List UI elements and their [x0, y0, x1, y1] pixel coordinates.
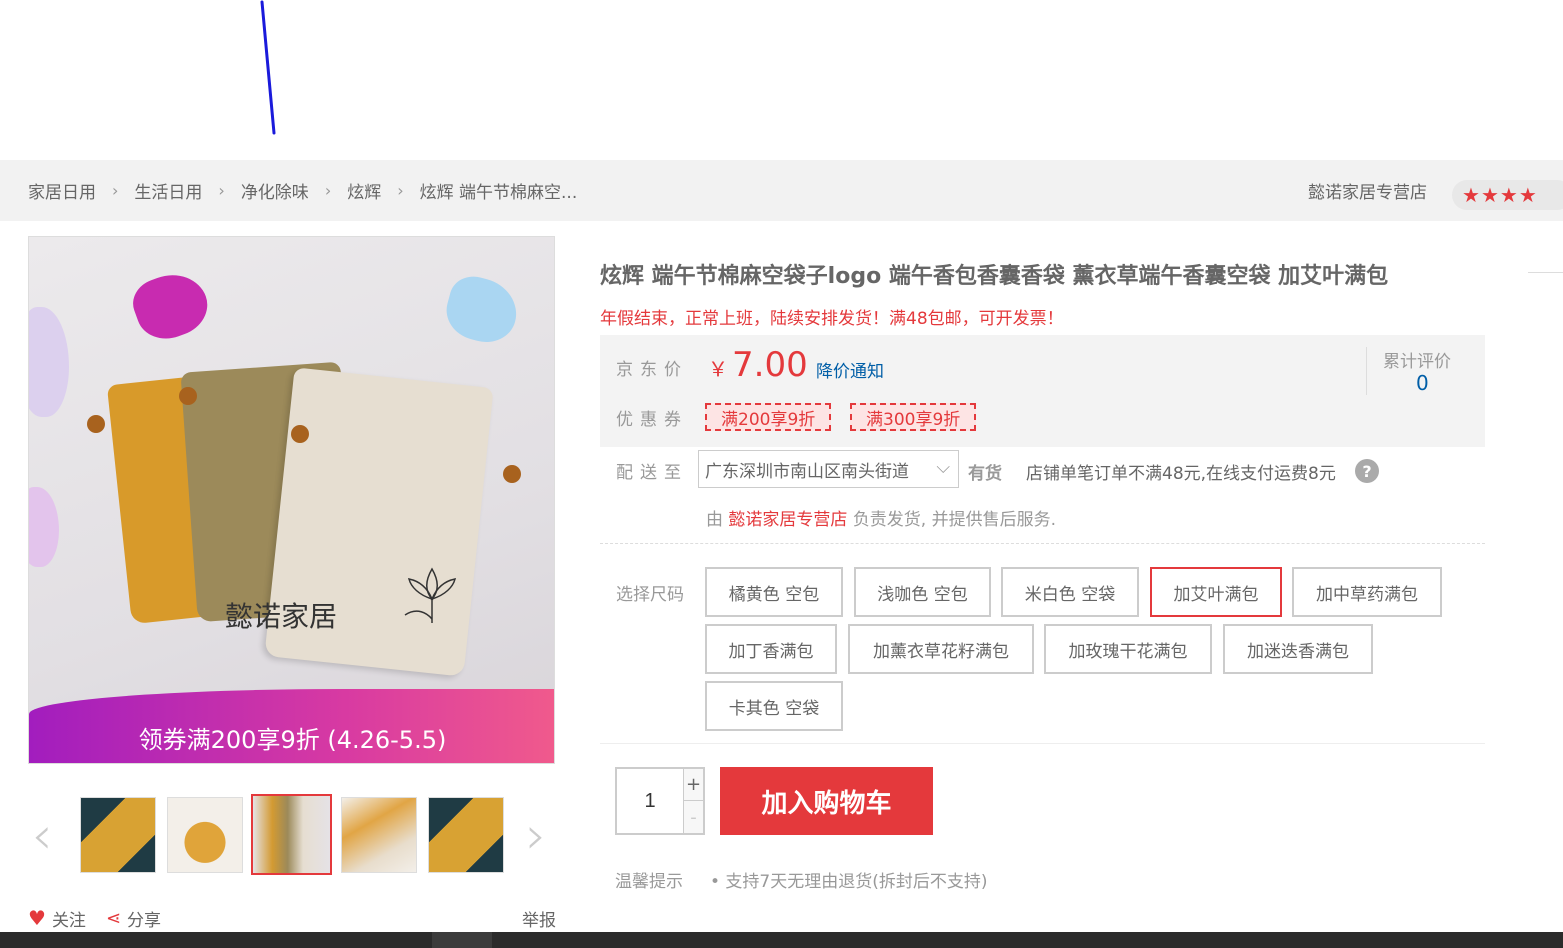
star-half-icon: ★ [1518, 183, 1537, 207]
share-link[interactable]: 分享 [127, 906, 161, 931]
quantity-stepper: + - [615, 767, 705, 835]
breadcrumb-bar: 家居日用 › 生活日用 › 净化除味 › 炫辉 › 炫辉 端午节棉麻空... 懿… [0, 160, 1563, 221]
review-label: 累计评价 [1383, 352, 1451, 372]
currency-symbol: ￥ [708, 357, 728, 381]
divider [600, 543, 1485, 544]
add-to-cart-button[interactable]: 加入购物车 [720, 767, 933, 835]
seller-info: 由 懿诺家居专营店 负责发货, 并提供售后服务. [706, 505, 1056, 530]
size-option[interactable]: 卡其色 空袋 [705, 681, 843, 731]
chevron-down-icon: ⌵ [936, 457, 950, 478]
breadcrumb-item[interactable]: 炫辉 [347, 178, 381, 203]
os-taskbar [0, 932, 1563, 948]
coupon-label: 优惠券 [616, 410, 688, 430]
price-value: 7.00 [732, 345, 808, 385]
shop-name-link[interactable]: 懿诺家居专营店 [1308, 160, 1427, 221]
bead [291, 425, 309, 443]
divider [1366, 347, 1367, 395]
shop-rating: ★ ★ ★ ★ [1452, 180, 1563, 210]
size-label: 选择尺码 [616, 585, 684, 605]
tips-text: • 支持7天无理由退货(拆封后不支持) [710, 872, 988, 892]
price-label: 京东价 [616, 360, 688, 380]
seller-suffix: 负责发货, 并提供售后服务. [852, 510, 1057, 530]
price-summary: 京东价 ￥ 7.00 降价通知 累计评价 0 优惠券 满200享9折 满300享… [600, 335, 1485, 447]
quantity-input[interactable] [617, 769, 683, 833]
size-option-selected[interactable]: 加艾叶满包 [1150, 567, 1282, 617]
annotation-pen-stroke [260, 0, 276, 135]
taskbar-item[interactable] [432, 932, 492, 948]
bead [87, 415, 105, 433]
main-product-image[interactable]: 懿诺家居 领券满200享9折 (4.26-5.5) [28, 236, 555, 764]
size-option[interactable]: 浅咖色 空包 [854, 567, 991, 617]
petal-decoration [29, 487, 59, 567]
breadcrumb: 家居日用 › 生活日用 › 净化除味 › 炫辉 › 炫辉 端午节棉麻空... [28, 160, 577, 221]
divider [600, 743, 1485, 744]
heart-icon[interactable]: ♥ [28, 906, 46, 930]
help-icon[interactable]: ? [1355, 459, 1379, 483]
size-option[interactable]: 米白色 空袋 [1001, 567, 1139, 617]
size-option[interactable]: 加丁香满包 [705, 624, 837, 674]
petal-decoration [29, 307, 69, 417]
price-alert-link[interactable]: 降价通知 [816, 357, 884, 382]
chevron-right-icon: › [112, 181, 119, 200]
thumbnail[interactable] [167, 797, 243, 873]
address-value: 广东深圳市南山区南头街道 [705, 461, 909, 482]
breadcrumb-item[interactable]: 家居日用 [28, 178, 96, 203]
star-icon: ★ [1462, 183, 1480, 207]
size-option[interactable]: 橘黄色 空包 [705, 567, 843, 617]
thumbnail[interactable] [80, 797, 156, 873]
star-icon: ★ [1499, 183, 1518, 207]
breadcrumb-item[interactable]: 净化除味 [241, 178, 309, 203]
breadcrumb-item-current: 炫辉 端午节棉麻空... [419, 183, 578, 203]
chevron-right-icon: › [324, 181, 332, 200]
thumbnail-active[interactable] [251, 794, 332, 875]
size-option[interactable]: 加玫瑰干花满包 [1044, 624, 1212, 674]
shop-notice: 年假结束，正常上班，陆续安排发货！满48包邮，可开发票！ [600, 309, 1064, 329]
product-title: 炫辉 端午节棉麻空袋子logo 端午香包香囊香袋 薰衣草端午香囊空袋 加艾叶满包 [600, 264, 1389, 289]
follow-share-row: ♥ 关注 ⋖ 分享 举报 [28, 905, 556, 931]
seller-shop-link[interactable]: 懿诺家居专营店 [728, 510, 847, 530]
thumbnail[interactable] [341, 797, 417, 873]
stock-status: 有货 [968, 464, 1002, 484]
thumb-prev-arrow-icon[interactable]: ‹ [24, 806, 60, 866]
tips-label: 温馨提示 [615, 872, 683, 892]
petal-decoration [126, 264, 216, 348]
quantity-decrease-button[interactable]: - [683, 801, 703, 833]
size-option[interactable]: 加迷迭香满包 [1223, 624, 1373, 674]
divider [1528, 272, 1563, 273]
size-option[interactable]: 加薰衣草花籽满包 [848, 624, 1034, 674]
thumb-next-arrow-icon[interactable]: › [518, 806, 554, 866]
follow-link[interactable]: 关注 [52, 906, 86, 931]
delivery-label: 配送至 [616, 463, 688, 483]
petal-decoration [440, 270, 524, 350]
shipping-fee-note: 店铺单笔订单不满48元,在线支付运费8元 [1026, 464, 1336, 484]
breadcrumb-item[interactable]: 生活日用 [134, 178, 202, 203]
coupon-badge[interactable]: 满300享9折 [850, 403, 977, 431]
thumbnail[interactable] [428, 797, 504, 873]
chevron-right-icon: › [397, 181, 404, 200]
review-count[interactable]: 0 [1416, 371, 1429, 395]
brand-watermark: 懿诺家居 [225, 600, 338, 633]
bead [503, 465, 521, 483]
size-option[interactable]: 加中草药满包 [1292, 567, 1442, 617]
price: ￥ 7.00 [708, 345, 808, 385]
lotus-icon [404, 567, 457, 623]
chevron-right-icon: › [218, 181, 225, 200]
coupon-badge[interactable]: 满200享9折 [705, 403, 832, 431]
seller-prefix: 由 [706, 510, 723, 530]
star-icon: ★ [1480, 183, 1499, 207]
quantity-increase-button[interactable]: + [683, 769, 703, 801]
address-selector[interactable]: 广东深圳市南山区南头街道 ⌵ [698, 450, 959, 488]
bead [179, 387, 197, 405]
report-link[interactable]: 举报 [522, 906, 556, 931]
promo-text: 领券满200享9折 (4.26-5.5) [138, 726, 447, 754]
share-icon[interactable]: ⋖ [106, 908, 121, 929]
